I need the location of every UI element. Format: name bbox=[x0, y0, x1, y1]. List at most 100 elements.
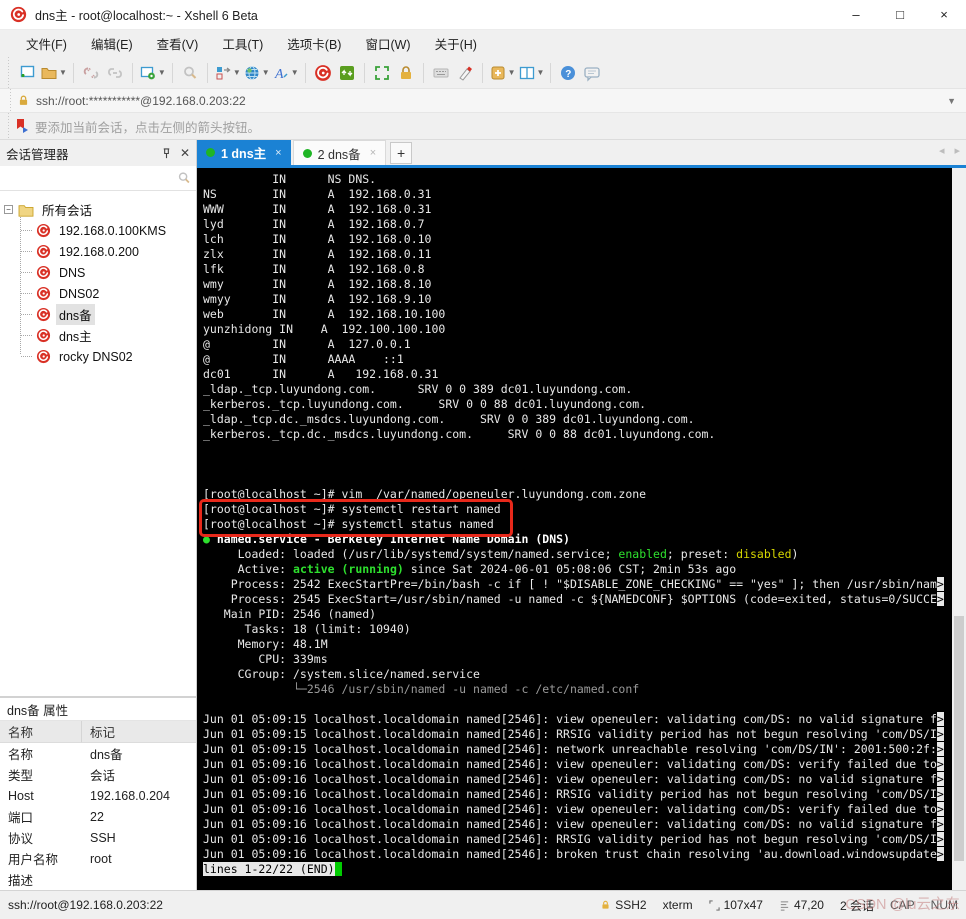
split-window-button[interactable]: ▼ bbox=[517, 61, 546, 85]
menu-about[interactable]: 关于(H) bbox=[423, 31, 489, 56]
prop-value: 192.168.0.204 bbox=[82, 785, 196, 806]
prop-value: 会话 bbox=[82, 764, 196, 785]
collapse-icon[interactable]: − bbox=[4, 205, 13, 214]
find-button[interactable] bbox=[178, 61, 202, 85]
terminal-scrollbar[interactable] bbox=[952, 168, 966, 890]
address-bar-grip bbox=[8, 89, 13, 112]
tab-close-icon[interactable]: × bbox=[275, 147, 281, 159]
prop-value bbox=[82, 869, 196, 890]
session-label: dns主 bbox=[56, 325, 95, 346]
session-label: DNS bbox=[56, 265, 88, 281]
tab-close-icon[interactable]: × bbox=[370, 147, 376, 159]
properties-col-name: 名称 bbox=[0, 721, 82, 743]
session-item-dns-primary[interactable]: dns主 bbox=[4, 325, 196, 346]
xftp-button[interactable] bbox=[335, 61, 359, 85]
menu-window[interactable]: 窗口(W) bbox=[353, 31, 422, 56]
web-browser-caret-icon[interactable]: ▼ bbox=[262, 68, 270, 77]
close-button[interactable]: × bbox=[922, 0, 966, 29]
tab-nav: ◂ ▸ bbox=[939, 144, 960, 157]
reconnect-button[interactable] bbox=[103, 61, 127, 85]
pin-icon[interactable] bbox=[161, 148, 172, 159]
properties-title: dns备 属性 bbox=[0, 698, 196, 721]
terminal-output[interactable]: IN NS DNS.NS IN A 192.168.0.31WWW IN A 1… bbox=[197, 168, 952, 890]
prop-label: 用户名称 bbox=[0, 848, 82, 869]
address-url[interactable]: ssh://root:***********@192.168.0.203:22 bbox=[36, 94, 246, 108]
info-bar: 要添加当前会话，点击左侧的箭头按钮。 bbox=[0, 112, 966, 140]
lock-icon bbox=[397, 64, 415, 82]
folder-icon bbox=[18, 203, 34, 217]
prop-label: Host bbox=[0, 785, 82, 806]
scrollbar-thumb[interactable] bbox=[954, 616, 964, 861]
session-label: 192.168.0.100KMS bbox=[56, 223, 169, 239]
close-panel-icon[interactable]: ✕ bbox=[180, 147, 190, 159]
content-area: 1 dns主 × 2 dns备 × + ◂ ▸ IN NS DNS.NS IN … bbox=[197, 140, 966, 890]
new-session-button[interactable] bbox=[15, 61, 39, 85]
disconnect-icon bbox=[82, 64, 100, 82]
session-label: dns备 bbox=[56, 304, 95, 325]
session-properties-caret-icon[interactable]: ▼ bbox=[158, 68, 166, 77]
minimize-button[interactable]: – bbox=[834, 0, 878, 29]
connected-dot-icon bbox=[303, 149, 312, 158]
tab-scroll-left-icon[interactable]: ◂ bbox=[939, 144, 945, 157]
session-icon bbox=[36, 286, 51, 301]
tab-scroll-right-icon[interactable]: ▸ bbox=[954, 144, 960, 157]
font-caret-icon[interactable]: ▼ bbox=[291, 68, 299, 77]
font-button[interactable]: A ▼ bbox=[271, 61, 300, 85]
session-icon bbox=[36, 328, 51, 343]
properties-panel: dns备 属性 名称 标记 名称 dns备 类型 会话 Host 192.168… bbox=[0, 696, 196, 890]
xshell-button[interactable] bbox=[311, 61, 335, 85]
search-icon[interactable] bbox=[176, 170, 192, 186]
lock-screen-button[interactable] bbox=[394, 61, 418, 85]
disconnect-button[interactable] bbox=[79, 61, 103, 85]
status-protocol: SSH2 bbox=[600, 898, 646, 912]
toolbar-separator bbox=[73, 63, 74, 83]
web-browser-button[interactable]: ▼ bbox=[242, 61, 271, 85]
tree-root-all-sessions[interactable]: − 所有会话 bbox=[4, 199, 196, 220]
toolbar-separator bbox=[423, 63, 424, 83]
new-terminal-button[interactable]: ▼ bbox=[488, 61, 517, 85]
session-item-dns02[interactable]: DNS02 bbox=[4, 283, 196, 304]
svg-text:?: ? bbox=[566, 69, 572, 80]
session-properties-icon bbox=[139, 64, 157, 82]
address-bar[interactable]: ssh://root:***********@192.168.0.203:22 … bbox=[0, 88, 966, 112]
virtual-keyboard-button[interactable] bbox=[429, 61, 453, 85]
split-window-caret-icon[interactable]: ▼ bbox=[537, 68, 545, 77]
compose-bar-button[interactable]: ▼ bbox=[213, 61, 242, 85]
fullscreen-button[interactable] bbox=[370, 61, 394, 85]
menu-view[interactable]: 查看(V) bbox=[145, 31, 211, 56]
menu-edit[interactable]: 编辑(E) bbox=[79, 31, 145, 56]
tab-dns-primary[interactable]: 1 dns主 × bbox=[197, 140, 291, 165]
session-item-rocky-dns02[interactable]: rocky DNS02 bbox=[4, 346, 196, 367]
toolbar-separator bbox=[550, 63, 551, 83]
properties-table: 名称 标记 名称 dns备 类型 会话 Host 192.168.0.204 端… bbox=[0, 721, 196, 890]
session-item-dns[interactable]: DNS bbox=[4, 262, 196, 283]
new-terminal-caret-icon[interactable]: ▼ bbox=[508, 68, 516, 77]
open-session-button[interactable]: ▼ bbox=[39, 61, 68, 85]
menu-file[interactable]: 文件(F) bbox=[14, 31, 79, 56]
session-item-200[interactable]: 192.168.0.200 bbox=[4, 241, 196, 262]
open-session-caret-icon[interactable]: ▼ bbox=[59, 68, 67, 77]
toolbar-separator bbox=[482, 63, 483, 83]
tab-label: 1 dns主 bbox=[221, 143, 266, 162]
session-properties-button[interactable]: ▼ bbox=[138, 61, 167, 85]
status-terminal-type: xterm bbox=[663, 898, 693, 912]
tab-dns-backup[interactable]: 2 dns备 × bbox=[293, 140, 387, 165]
prop-value: dns备 bbox=[82, 743, 196, 764]
toolbar: ▼ ▼ ▼ ▼ A ▼ bbox=[0, 57, 966, 88]
help-icon: ? bbox=[559, 64, 577, 82]
new-tab-button[interactable]: + bbox=[390, 142, 412, 164]
menu-tools[interactable]: 工具(T) bbox=[210, 31, 275, 56]
compose-bar-caret-icon[interactable]: ▼ bbox=[233, 68, 241, 77]
session-search-input[interactable] bbox=[0, 166, 196, 190]
new-terminal-icon bbox=[489, 64, 507, 82]
session-item-dns-backup[interactable]: dns备 bbox=[4, 304, 196, 325]
toolbar-grip bbox=[6, 57, 11, 88]
message-button[interactable] bbox=[580, 61, 604, 85]
help-button[interactable]: ? bbox=[556, 61, 580, 85]
highlight-button[interactable] bbox=[453, 61, 477, 85]
maximize-button[interactable]: □ bbox=[878, 0, 922, 29]
address-dropdown-icon[interactable]: ▼ bbox=[947, 96, 958, 106]
menu-tab[interactable]: 选项卡(B) bbox=[275, 31, 353, 56]
session-item-kms[interactable]: 192.168.0.100KMS bbox=[4, 220, 196, 241]
status-caps-lock: CAP bbox=[890, 898, 915, 912]
